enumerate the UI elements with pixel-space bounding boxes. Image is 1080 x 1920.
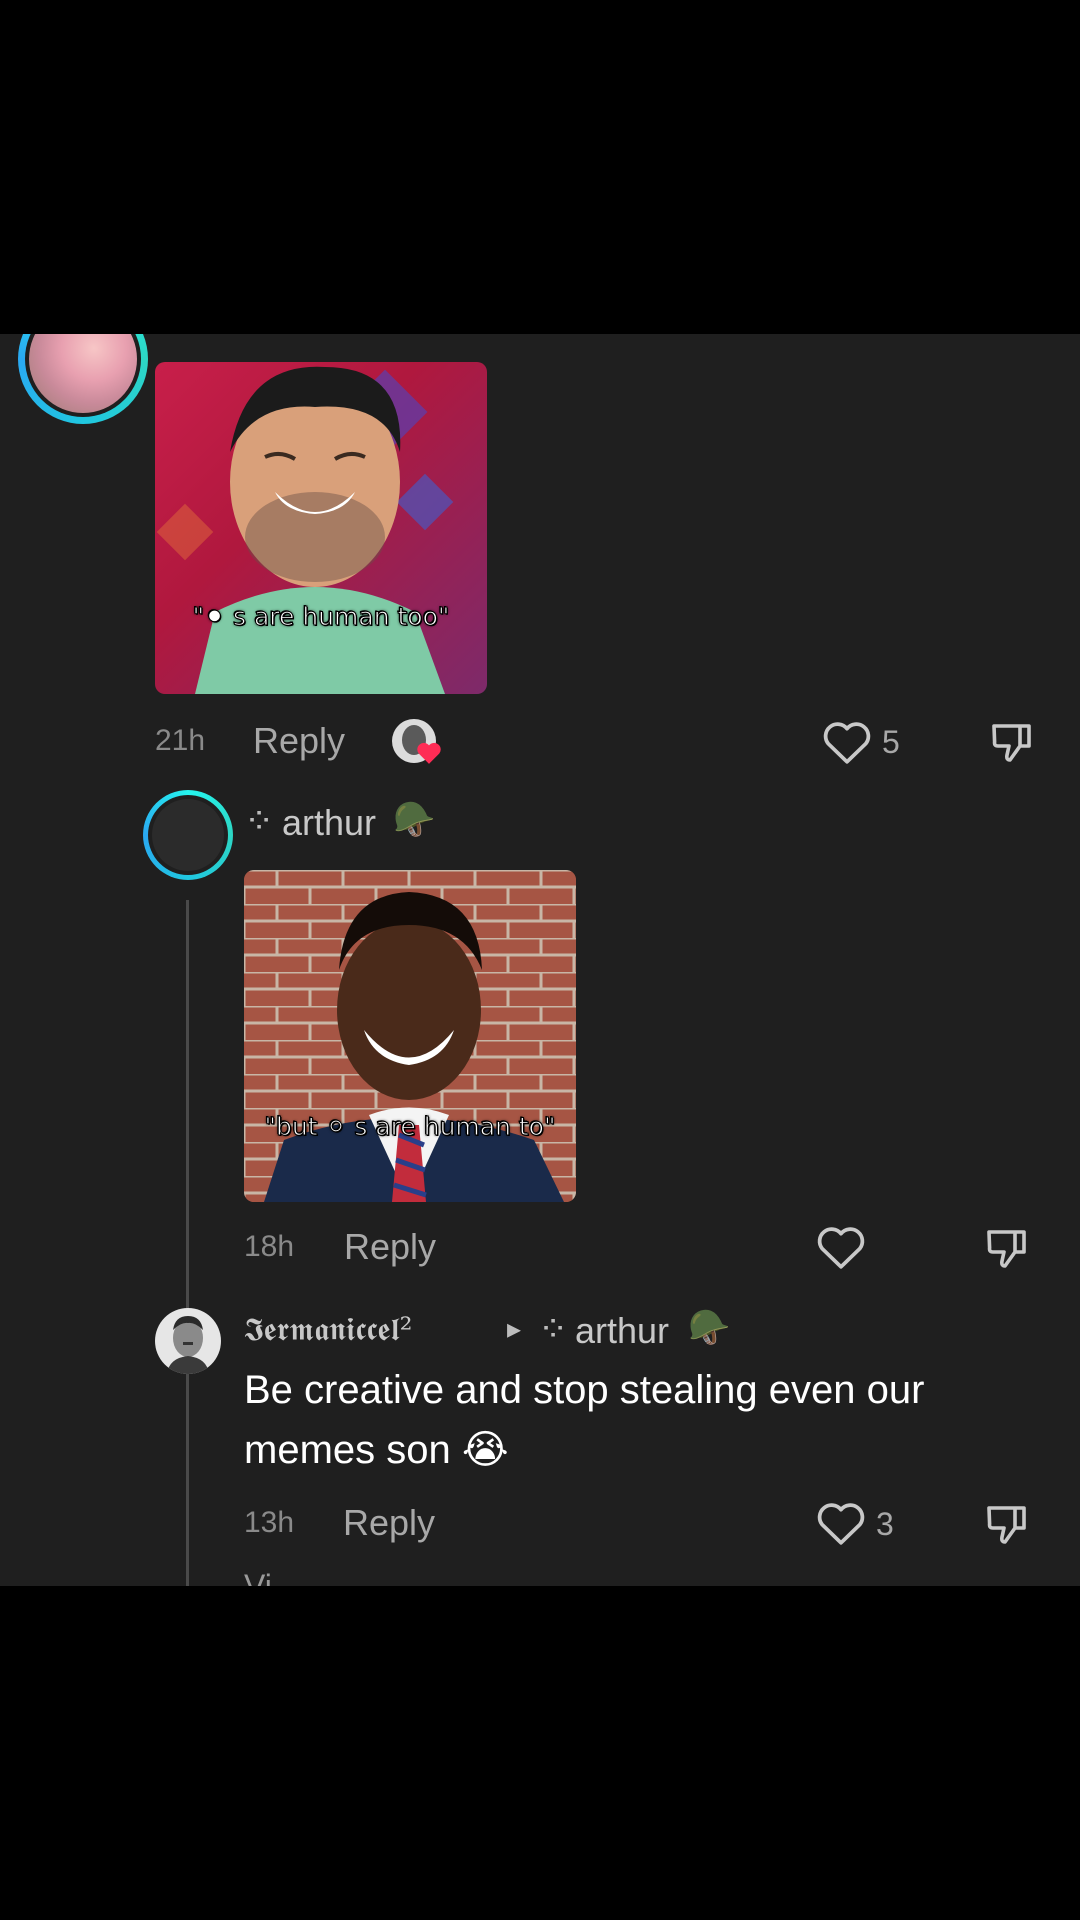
laughing-man-illustration [156, 366, 454, 694]
bw-portrait-illustration [167, 1316, 209, 1374]
arthur-meme-caption: "but ⚪ s are human to" [264, 1112, 556, 1142]
parent-dislike-thumbs-down-icon[interactable] [988, 717, 1036, 767]
parent-reply-button[interactable]: Reply [253, 720, 345, 762]
arthur-avatar[interactable] [143, 790, 233, 880]
parent-like-count: 5 [882, 724, 900, 760]
germaniccel-avatar[interactable] [155, 1308, 221, 1374]
parent-comment-time: 21h [155, 724, 206, 757]
laughing-student-illustration [244, 870, 576, 1202]
top-letterbox [0, 0, 1080, 334]
creator-liked-avatar-heart-icon [392, 719, 444, 771]
germaniccel-reply-button[interactable]: Reply [343, 1502, 435, 1544]
arthur-meme-image[interactable]: "but ⚪ s are human to" [244, 870, 576, 1202]
reply-thread-line [186, 900, 189, 1586]
reply-to-username[interactable]: arthur [575, 1310, 669, 1352]
arthur-reply-button[interactable]: Reply [344, 1226, 436, 1268]
reply-to-helmet-badge: 🪖 [688, 1309, 731, 1347]
reply-to-prefix-glyph: ⁘ [538, 1308, 569, 1349]
germaniccel-comment-text: Be creative and stop stealing even our m… [244, 1368, 925, 1472]
parent-meme-caption: "⚫ s are human too" [192, 602, 450, 632]
parent-meme-image[interactable]: "⚫ s are human too" [155, 362, 487, 694]
germaniccel-like-heart-icon[interactable] [816, 1500, 866, 1546]
comments-panel[interactable]: "⚫ s are human too" 21h Reply 5 ⁘ arthur… [0, 334, 1080, 1586]
parent-commenter-avatar[interactable] [18, 334, 148, 424]
germaniccel-dislike-thumbs-down-icon[interactable] [983, 1499, 1031, 1549]
germaniccel-username[interactable]: 𝕴𝖊𝖗𝖒𝖆𝖓𝖎𝖈𝖈𝖊𝖑² [244, 1310, 412, 1349]
screen: "⚫ s are human too" 21h Reply 5 ⁘ arthur… [0, 0, 1080, 1920]
germaniccel-comment-time: 13h [244, 1506, 295, 1539]
germaniccel-like-count: 3 [876, 1506, 894, 1542]
arthur-helmet-badge: 🪖 [393, 801, 436, 839]
arthur-prefix-glyph: ⁘ [244, 800, 275, 841]
bottom-letterbox [0, 1586, 1080, 1920]
reply-to-arrow-icon: ▸ [507, 1313, 522, 1344]
arthur-username[interactable]: arthur [282, 802, 376, 844]
view-more-replies-partial[interactable]: Vi [244, 1568, 272, 1586]
arthur-comment-time: 18h [244, 1230, 295, 1263]
parent-like-heart-icon[interactable] [822, 719, 872, 765]
arthur-like-heart-icon[interactable] [816, 1224, 866, 1270]
arthur-dislike-thumbs-down-icon[interactable] [983, 1223, 1031, 1273]
